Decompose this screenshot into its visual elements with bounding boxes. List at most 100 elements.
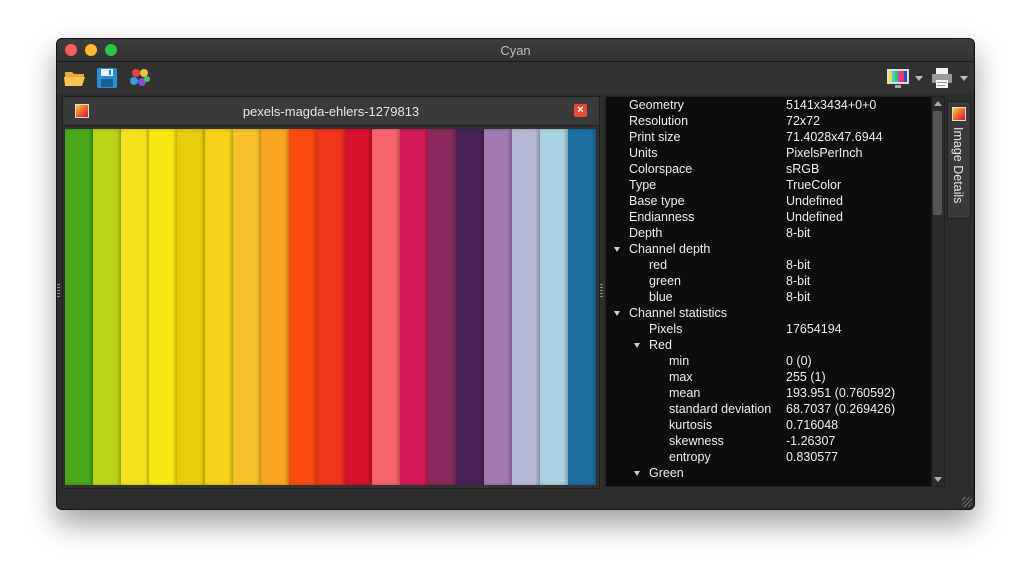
property-row: min 0 (0) (606, 353, 932, 369)
property-value: 255 (1) (786, 370, 826, 384)
color-stripe (484, 129, 513, 485)
property-key: Colorspace (629, 162, 693, 176)
property-value: 72x72 (786, 114, 821, 128)
image-tab-title: pexels-magda-ehlers-1279813 (242, 104, 420, 119)
color-stripe (204, 129, 233, 485)
tree-group-row[interactable]: Channel statistics (606, 305, 932, 321)
property-value: 8-bit (786, 290, 811, 304)
property-key: blue (649, 290, 673, 304)
property-value: PixelsPerInch (786, 146, 863, 160)
property-row: blue 8-bit (606, 289, 932, 305)
property-value: 8-bit (786, 226, 811, 240)
expand-triangle-icon[interactable] (614, 311, 620, 316)
color-stripe (456, 129, 485, 485)
window-resize-grip[interactable] (962, 497, 972, 507)
color-stripe (92, 129, 121, 485)
expand-triangle-icon[interactable] (614, 247, 620, 252)
save-icon[interactable] (95, 66, 119, 90)
property-row: Units PixelsPerInch (606, 145, 932, 161)
property-value: sRGB (786, 162, 820, 176)
expand-triangle-icon[interactable] (634, 343, 640, 348)
property-value: 8-bit (786, 258, 811, 272)
property-row: Resolution 72x72 (606, 113, 932, 129)
title-bar[interactable]: Cyan (57, 39, 974, 62)
property-value: Undefined (786, 194, 843, 208)
scroll-down-arrow-icon[interactable] (934, 477, 942, 482)
image-tab[interactable]: pexels-magda-ehlers-1279813 × (63, 97, 599, 126)
property-row: Type TrueColor (606, 177, 932, 193)
scroll-up-arrow-icon[interactable] (934, 101, 942, 106)
close-tab-icon[interactable]: × (574, 104, 587, 117)
property-row: Pixels 17654194 (606, 321, 932, 337)
image-thumbnail-icon (952, 107, 966, 121)
color-stripe (344, 129, 373, 485)
property-key: Units (629, 146, 658, 160)
details-scrollbar[interactable] (931, 97, 944, 486)
property-value: 0 (0) (786, 354, 812, 368)
tree-group-row[interactable]: Green (606, 465, 932, 481)
property-key: Green (649, 466, 684, 480)
property-value: 5141x3434+0+0 (786, 98, 877, 112)
property-key: entropy (669, 450, 711, 464)
color-stripe (288, 129, 317, 485)
app-window: Cyan pexels-magda-ehlers-1279813 × Geome… (56, 38, 975, 510)
property-key: green (649, 274, 681, 288)
color-palette-icon[interactable] (128, 66, 152, 90)
property-value: 193.951 (0.760592) (786, 386, 896, 400)
property-key: Print size (629, 130, 681, 144)
property-key: min (669, 354, 690, 368)
image-details-panel: Geometry 5141x3434+0+0 Resolution 72x72 Prin… (605, 96, 945, 487)
color-stripe (120, 129, 149, 485)
property-row: Colorspace sRGB (606, 161, 932, 177)
left-splitter-handle[interactable] (57, 284, 60, 298)
color-stripe (372, 129, 401, 485)
property-key: Red (649, 338, 672, 352)
property-value: 17654194 (786, 322, 842, 336)
property-key: skewness (669, 434, 724, 448)
color-stripe (568, 129, 596, 485)
property-key: Geometry (629, 98, 684, 112)
image-canvas[interactable] (65, 129, 596, 485)
color-stripe (260, 129, 289, 485)
monitor-icon[interactable] (886, 66, 910, 90)
property-row: Print size 71.4028x47.6944 (606, 129, 932, 145)
color-stripe (540, 129, 569, 485)
property-row: red 8-bit (606, 257, 932, 273)
color-stripe (232, 129, 261, 485)
property-value: -1.26307 (786, 434, 836, 448)
property-row: Base type Undefined (606, 193, 932, 209)
scrollbar-thumb[interactable] (933, 111, 942, 215)
property-row: standard deviation 68.7037 (0.269426) (606, 401, 932, 417)
property-key: Channel statistics (629, 306, 727, 320)
printer-dropdown-arrow[interactable] (960, 76, 968, 81)
property-key: Resolution (629, 114, 689, 128)
printer-icon[interactable] (930, 66, 954, 90)
window-title: Cyan (500, 43, 531, 58)
property-row: Depth 8-bit (606, 225, 932, 241)
property-value: 0.716048 (786, 418, 839, 432)
property-key: max (669, 370, 693, 384)
folder-open-icon[interactable] (63, 66, 87, 90)
property-row: entropy 0.830577 (606, 449, 932, 465)
property-value: 8-bit (786, 274, 811, 288)
property-value: 68.7037 (0.269426) (786, 402, 896, 416)
property-row: skewness -1.26307 (606, 433, 932, 449)
property-row: green 8-bit (606, 273, 932, 289)
image-panel: pexels-magda-ehlers-1279813 × (62, 96, 600, 489)
tree-group-row[interactable]: Channel depth (606, 241, 932, 257)
monitor-dropdown-arrow[interactable] (915, 76, 923, 81)
color-stripe (512, 129, 541, 485)
property-key: Type (629, 178, 657, 192)
property-key: kurtosis (669, 418, 713, 432)
property-row: max 255 (1) (606, 369, 932, 385)
color-stripe (176, 129, 205, 485)
details-tree: Geometry 5141x3434+0+0 Resolution 72x72 Prin… (606, 97, 932, 481)
tree-group-row[interactable]: Red (606, 337, 932, 353)
property-value: 0.830577 (786, 450, 839, 464)
center-splitter-handle[interactable] (600, 284, 603, 298)
image-details-side-tab[interactable]: Image Details (947, 101, 971, 219)
expand-triangle-icon[interactable] (634, 471, 640, 476)
property-value: TrueColor (786, 178, 842, 192)
property-key: standard deviation (669, 402, 772, 416)
property-key: mean (669, 386, 701, 400)
